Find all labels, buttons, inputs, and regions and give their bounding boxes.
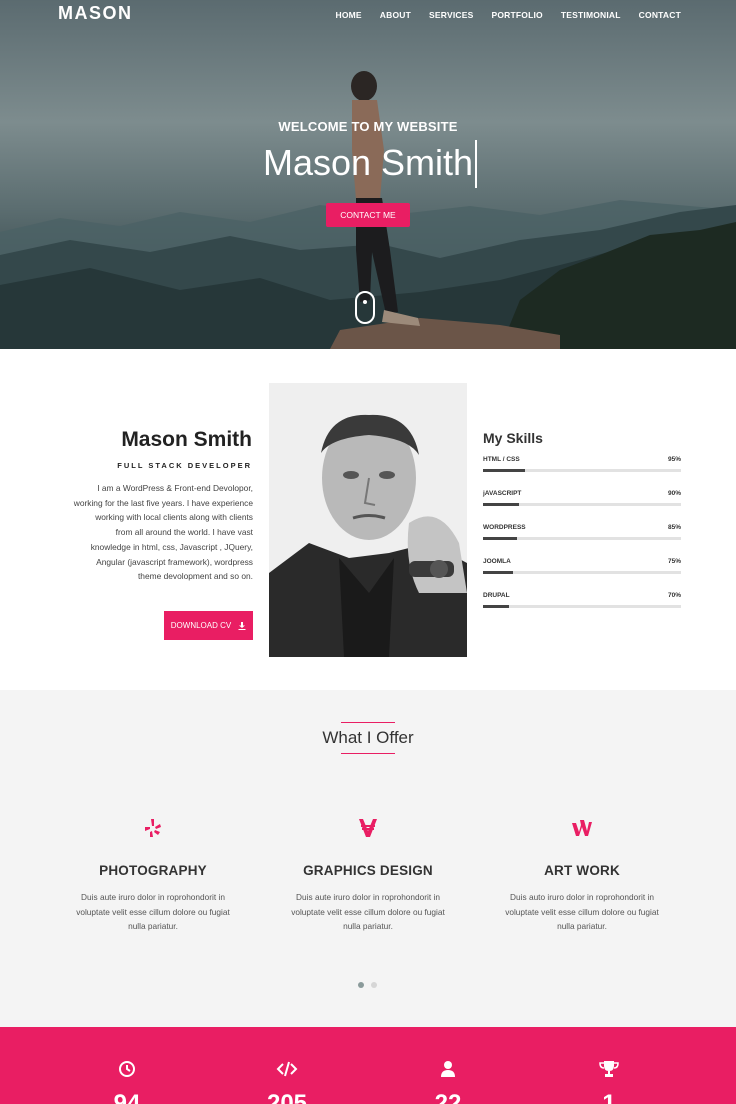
bio-line: knowledge in html, css, Javascript , JQu… <box>90 541 253 552</box>
typing-cursor <box>475 140 477 188</box>
counter-clients: 22 <box>418 1060 478 1104</box>
viacoin-icon <box>268 815 468 841</box>
service-line: nulla pariatur. <box>557 921 607 932</box>
service-line: nulla pariatur. <box>343 921 393 932</box>
offer-title: What I Offer <box>322 728 414 747</box>
carousel-dot-active[interactable] <box>358 982 364 988</box>
skill-row: HTML / CSS 95% <box>483 456 681 463</box>
skill-name: HTML / CSS <box>483 456 520 463</box>
service-title: PHOTOGRAPHY <box>99 863 207 878</box>
mouse-wheel <box>363 300 367 304</box>
bio-line: working for the last five years. I have … <box>73 497 253 508</box>
service-line: voluptate velit esse cillum dolore ou fu… <box>505 906 659 917</box>
about-role: FULL STACK DEVELOPER <box>117 461 252 470</box>
counter-value: 1 <box>602 1090 616 1104</box>
service-description: Duis aute iruro dolor in roprohondorit i… <box>268 890 468 934</box>
skill-name: DRUPAL <box>483 592 510 599</box>
service-line: voluptate velit esse cillum dolore ou fu… <box>291 906 445 917</box>
service-card-graphics-design: GRAPHICS DESIGN Duis aute iruro dolor in… <box>268 815 468 934</box>
skill-percent: 85% <box>667 524 681 531</box>
yelp-icon <box>53 815 253 841</box>
skill-name: jAVASCRIPT <box>483 490 522 497</box>
nav-about[interactable]: ABOUT <box>380 10 411 20</box>
bio-line: Angular (javascript framework), wordpres… <box>96 556 253 567</box>
service-title: GRAPHICS DESIGN <box>303 863 433 878</box>
skill-bar-track <box>483 605 681 608</box>
skill-bar-fill <box>483 503 519 506</box>
bio-line: I am a WordPress & Front-end Devolopor, <box>97 483 253 493</box>
skill-item: DRUPAL 70% <box>483 592 681 608</box>
skill-bar-fill <box>483 537 517 540</box>
offer-title-bottom-line <box>341 753 395 754</box>
carousel-dot[interactable] <box>371 982 377 988</box>
hero-welcome-text: WELCOME TO MY WEBSITE <box>278 119 458 134</box>
skill-bar-fill <box>483 571 513 574</box>
service-card-art-work: ART WORK Duis auto iruro dolor in roproh… <box>482 815 682 934</box>
skills-title: My Skills <box>483 430 543 446</box>
skill-percent: 90% <box>667 490 681 497</box>
service-line: Duis aute iruro dolor in roprohondorit i… <box>81 892 225 902</box>
bio-line: working with local clients along with cl… <box>95 512 253 523</box>
skill-bar-fill <box>483 469 525 472</box>
skill-item: WORDPRESS 85% <box>483 524 681 540</box>
download-cv-button[interactable]: DOWNLOAD CV <box>164 611 253 640</box>
service-line: nulla pariatur. <box>128 921 178 932</box>
brand-logo[interactable]: MASON <box>58 3 133 24</box>
service-description: Duis auto iruro dolor in roprohondorit i… <box>482 890 682 934</box>
service-line: voluptate velit esse cillum dolore ou fu… <box>76 906 230 917</box>
skill-item: HTML / CSS 95% <box>483 456 681 472</box>
main-nav: HOME ABOUT SERVICES PORTFOLIO TESTIMONIA… <box>317 10 681 20</box>
scroll-down-mouse-icon[interactable] <box>355 291 375 324</box>
skill-percent: 95% <box>667 456 681 463</box>
bio-line: theme devolopment and so on. <box>137 571 253 582</box>
download-cv-label: DOWNLOAD CV <box>170 621 232 630</box>
service-card-photography: PHOTOGRAPHY Duis aute iruro dolor in rop… <box>53 815 253 934</box>
profile-photo <box>269 383 467 657</box>
skill-bar-track <box>483 503 681 506</box>
counter-projects: 94 <box>97 1060 157 1104</box>
counter-value: 94 <box>113 1090 141 1104</box>
trophy-icon <box>599 1061 619 1077</box>
counter-value: 205 <box>266 1090 308 1104</box>
nav-services[interactable]: SERVICES <box>429 10 473 20</box>
download-icon <box>238 621 246 630</box>
service-description: Duis aute iruro dolor in roprohondorit i… <box>53 890 253 934</box>
about-name: Mason Smith <box>121 428 252 451</box>
nav-testimonial[interactable]: TESTIMONIAL <box>561 10 621 20</box>
service-line: Duis auto iruro dolor in roprohondorit i… <box>510 892 654 902</box>
bio-line: from all around the world. I have vast <box>115 527 253 538</box>
wordpress-w-icon <box>482 815 682 841</box>
skill-name: WORDPRESS <box>483 524 526 531</box>
about-bio: I am a WordPress & Front-end Devolopor, … <box>52 481 253 584</box>
contact-me-button[interactable]: CONTACT ME <box>326 203 410 227</box>
skill-row: DRUPAL 70% <box>483 592 681 599</box>
hero-section: MASON HOME ABOUT SERVICES PORTFOLIO TEST… <box>0 0 736 349</box>
service-line: Duis aute iruro dolor in roprohondorit i… <box>296 892 440 902</box>
skill-percent: 70% <box>667 592 681 599</box>
nav-portfolio[interactable]: PORTFOLIO <box>491 10 542 20</box>
counter-code: 205 <box>257 1060 317 1104</box>
skill-bar-track <box>483 537 681 540</box>
skill-bar-track <box>483 571 681 574</box>
service-title: ART WORK <box>544 863 620 878</box>
skill-item: jAVASCRIPT 90% <box>483 490 681 506</box>
skill-row: jAVASCRIPT 90% <box>483 490 681 497</box>
nav-contact[interactable]: CONTACT <box>639 10 681 20</box>
skill-row: WORDPRESS 85% <box>483 524 681 531</box>
skill-percent: 75% <box>667 558 681 565</box>
skill-row: JOOMLA 75% <box>483 558 681 565</box>
code-icon <box>276 1061 298 1077</box>
counter-value: 22 <box>434 1090 462 1104</box>
skill-bar-fill <box>483 605 509 608</box>
offer-title-top-line <box>341 722 395 723</box>
skill-name: JOOMLA <box>483 558 511 565</box>
user-icon <box>441 1061 455 1077</box>
clock-icon <box>119 1061 135 1077</box>
nav-home[interactable]: HOME <box>335 10 361 20</box>
skill-bar-track <box>483 469 681 472</box>
counter-awards: 1 <box>579 1060 639 1104</box>
skill-item: JOOMLA 75% <box>483 558 681 574</box>
hero-name-heading: Mason Smith <box>262 142 474 183</box>
